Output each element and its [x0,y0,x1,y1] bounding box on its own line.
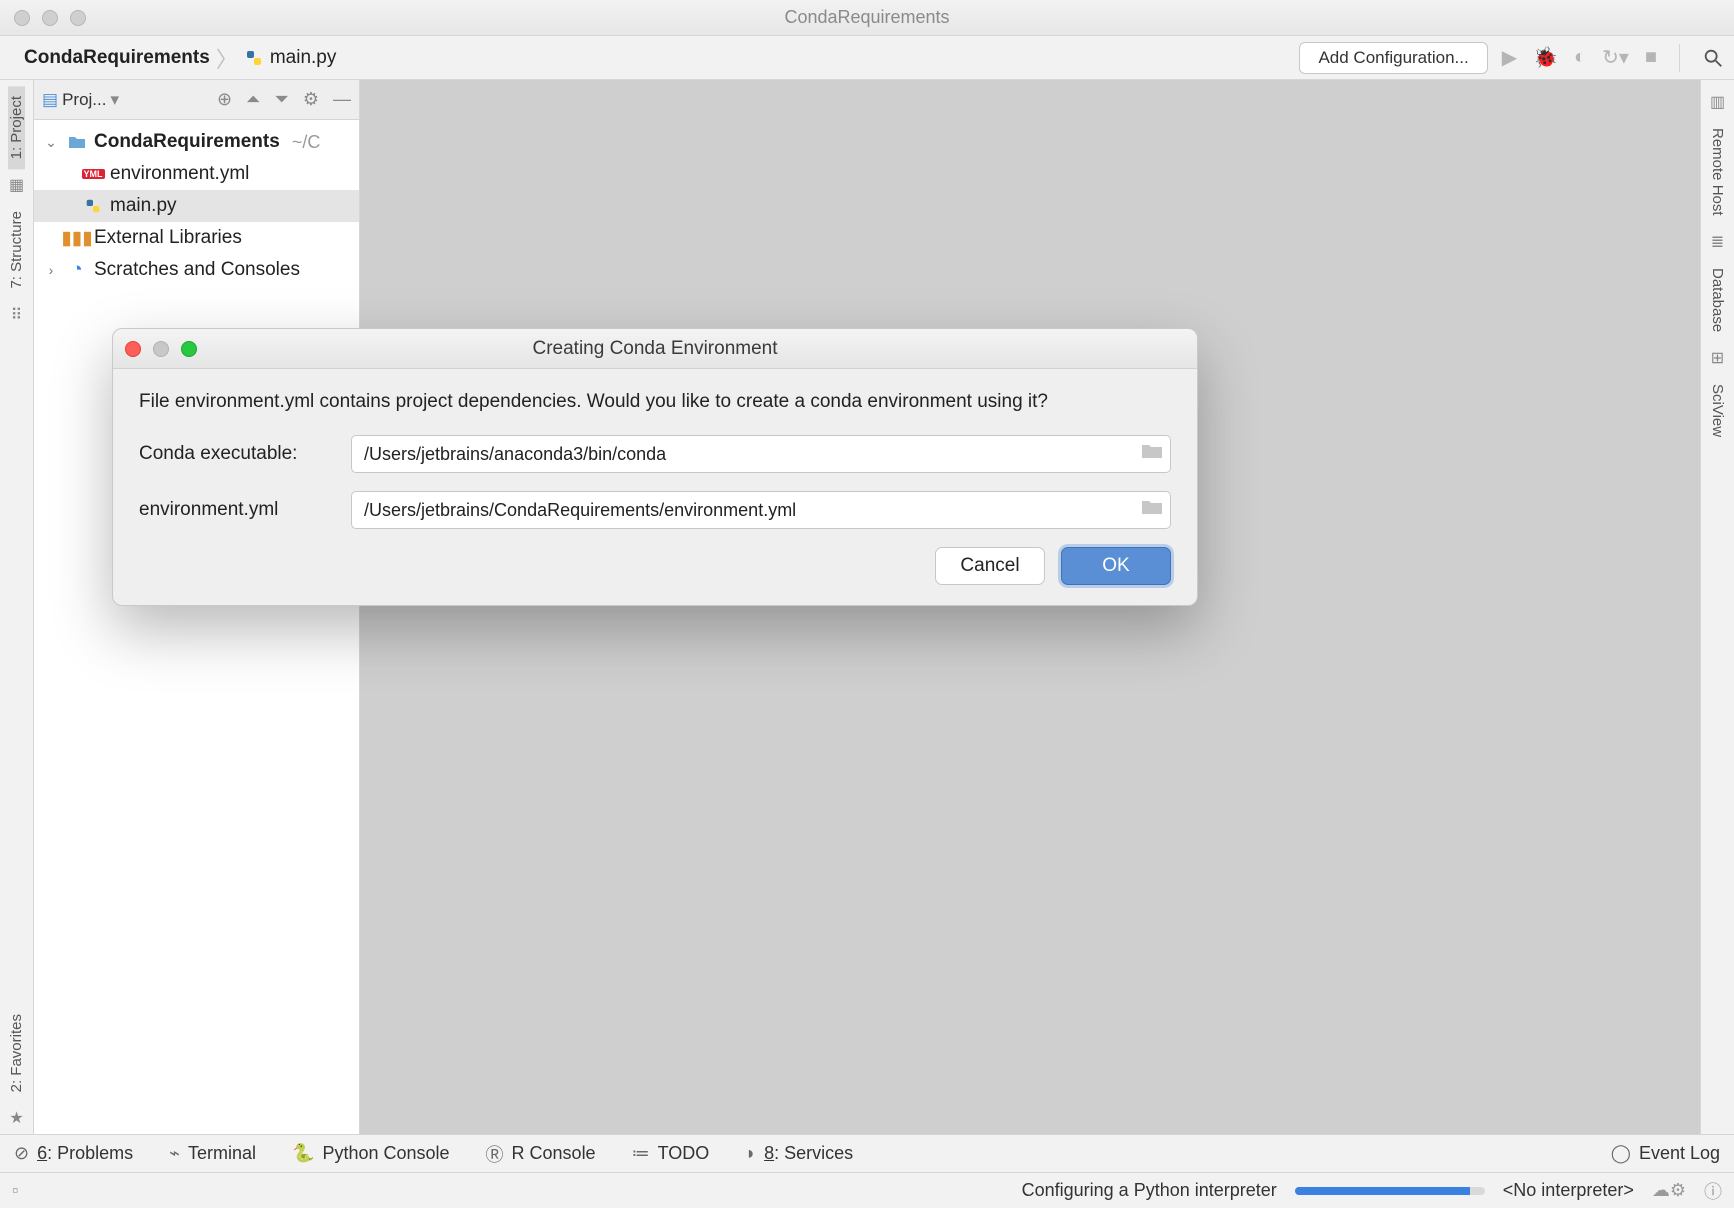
project-view-selector[interactable]: ▤ Proj... ▾ [42,90,119,110]
python-file-icon [82,197,104,215]
window-titlebar: CondaRequirements [0,0,1734,36]
project-tool-header: ▤ Proj... ▾ ⊕ ⏶ ⏷ ⚙ — [34,80,359,120]
dialog-titlebar[interactable]: Creating Conda Environment [113,329,1197,369]
todo-icon: ≔ [632,1143,650,1164]
gear-icon[interactable]: ⚙ [303,89,319,110]
search-everywhere-icon[interactable] [1702,47,1724,69]
project-tool-window: ▤ Proj... ▾ ⊕ ⏶ ⏷ ⚙ — ⌄ CondaRequirement… [34,80,360,1134]
hide-icon[interactable]: — [333,89,351,110]
remote-host-icon: ▥ [1710,92,1725,112]
memory-indicator-icon[interactable]: ⓘ [1704,1178,1722,1204]
browse-folder-icon[interactable] [1141,498,1163,522]
expand-all-icon[interactable]: ⏶ [246,89,260,110]
problems-icon: ⊘ [14,1143,29,1164]
window-title: CondaRequirements [0,7,1734,28]
tool-tab-problems[interactable]: ⊘ 6: Problems [14,1143,133,1164]
r-icon: Ⓡ [486,1141,504,1167]
libraries-icon: ▮▮▮ [66,227,88,250]
tool-tab-event-log[interactable]: ◯ Event Log [1611,1143,1720,1164]
tool-tab-terminal[interactable]: ⌁ Terminal [169,1143,256,1164]
database-icon: ≣ [1711,232,1724,252]
ide-settings-icon[interactable]: ☁⚙ [1652,1180,1686,1201]
environment-yml-input[interactable] [351,491,1171,529]
navigation-bar: CondaRequirements 〉 main.py Add Configur… [0,36,1734,80]
tree-scratches[interactable]: › ◔ Scratches and Consoles [34,254,359,286]
conda-env-dialog: Creating Conda Environment File environm… [112,328,1198,606]
progress-bar[interactable] [1295,1187,1485,1195]
tool-tab-project[interactable]: 1: Project [8,86,25,169]
tree-file-environment-yml[interactable]: YML environment.yml [34,158,359,190]
left-tool-gutter: 1: Project ▦ 7: Structure ⠿ 2: Favorites… [0,80,34,1134]
scratches-icon: ◔ [66,259,88,281]
tool-tab-remote-host[interactable]: Remote Host [1709,118,1726,226]
tool-tab-python-console[interactable]: 🐍 Python Console [292,1143,450,1164]
python-file-icon [244,48,264,68]
tree-external-libraries[interactable]: ▮▮▮ External Libraries [34,222,359,254]
tool-tab-r-console[interactable]: Ⓡ R Console [486,1141,596,1167]
dialog-title: Creating Conda Environment [113,338,1197,360]
tool-tab-sciview[interactable]: SciView [1709,374,1726,447]
status-task: Configuring a Python interpreter [1022,1180,1277,1201]
browse-folder-icon[interactable] [1141,442,1163,466]
add-configuration-button[interactable]: Add Configuration... [1299,42,1487,74]
chevron-right-icon[interactable]: › [42,262,60,278]
project-tree[interactable]: ⌄ CondaRequirements ~/C YML environment.… [34,120,359,292]
chevron-down-icon: ▾ [110,90,119,110]
profile-icon[interactable]: ↻▾ [1602,45,1629,70]
tree-file-main-py[interactable]: main.py [34,190,359,222]
folder-icon: ▦ [9,175,24,195]
cancel-button[interactable]: Cancel [935,547,1045,585]
coverage-icon[interactable]: ◐ [1574,46,1586,69]
status-bar: ▫ Configuring a Python interpreter <No i… [0,1172,1734,1208]
tool-tab-todo[interactable]: ≔ TODO [632,1143,710,1164]
breadcrumb-project[interactable]: CondaRequirements [24,47,210,69]
tool-windows-icon[interactable]: ▫ [12,1180,18,1201]
locate-icon[interactable]: ⊕ [217,89,232,110]
ok-button[interactable]: OK [1061,547,1171,585]
yml-file-icon: YML [82,169,104,179]
python-icon: 🐍 [292,1143,314,1164]
conda-executable-label: Conda executable: [139,443,351,465]
tool-tab-favorites[interactable]: 2: Favorites [8,1004,25,1102]
star-icon: ★ [9,1108,23,1128]
breadcrumb-file[interactable]: main.py [270,47,337,69]
services-icon: ◗ [745,1143,756,1164]
editor-area [360,80,1700,1134]
tree-root[interactable]: ⌄ CondaRequirements ~/C [34,126,359,158]
folder-icon [66,135,88,149]
terminal-icon: ⌁ [169,1143,180,1164]
tool-tab-services[interactable]: ◗ 8: Services [745,1143,853,1164]
breadcrumb-separator: 〉 [216,42,238,74]
status-interpreter[interactable]: <No interpreter> [1503,1180,1634,1201]
tool-tab-structure[interactable]: 7: Structure [8,201,25,299]
right-tool-gutter: ▥ Remote Host ≣ Database ⊞ SciView [1700,80,1734,1134]
tool-tab-database[interactable]: Database [1709,258,1726,342]
conda-executable-input[interactable] [351,435,1171,473]
stop-icon[interactable]: ■ [1645,46,1657,69]
collapse-all-icon[interactable]: ⏷ [274,89,288,110]
debug-icon[interactable]: 🐞 [1533,45,1558,70]
event-log-icon: ◯ [1611,1143,1631,1164]
structure-icon: ⠿ [11,305,23,325]
dialog-message: File environment.yml contains project de… [139,391,1171,413]
breadcrumb[interactable]: CondaRequirements 〉 main.py [24,42,336,74]
project-view-icon: ▤ [42,90,58,110]
run-icon[interactable]: ▶ [1502,45,1517,70]
toolbar-separator [1679,44,1680,72]
chevron-down-icon[interactable]: ⌄ [42,134,60,151]
bottom-tool-tabs: ⊘ 6: Problems ⌁ Terminal 🐍 Python Consol… [0,1134,1734,1172]
run-toolbar: ▶ 🐞 ◐ ↻▾ ■ [1502,44,1724,72]
sciview-icon: ⊞ [1711,348,1724,368]
environment-yml-label: environment.yml [139,499,351,521]
